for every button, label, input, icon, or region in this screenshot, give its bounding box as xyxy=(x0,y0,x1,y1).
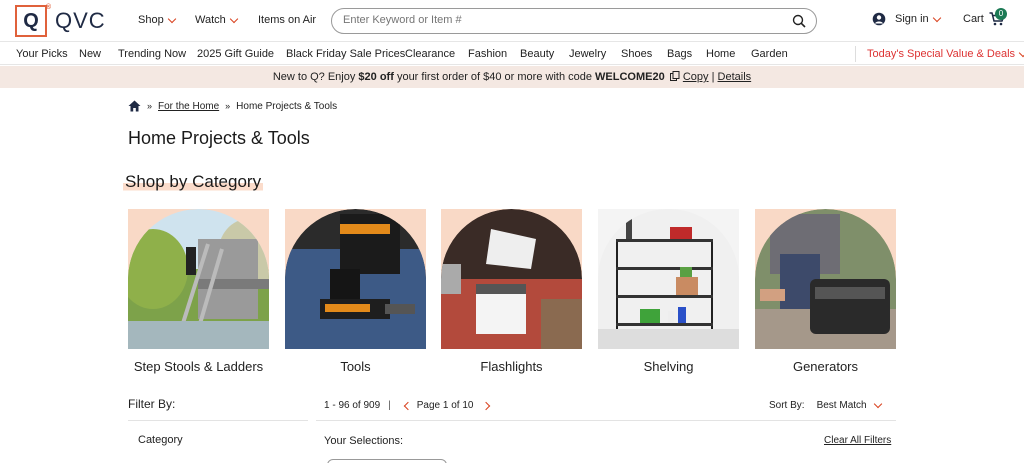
cart-label: Cart xyxy=(963,13,984,25)
promo-code: WELCOME20 xyxy=(595,71,665,83)
clear-all-filters-link[interactable]: Clear All Filters xyxy=(824,435,891,446)
next-page-icon[interactable] xyxy=(482,401,491,410)
generator-photo xyxy=(755,209,896,349)
nav-todays-special-value[interactable]: Today's Special Value & Deals xyxy=(867,48,1024,60)
chevron-down-icon[interactable] xyxy=(873,399,882,409)
nav-beauty[interactable]: Beauty xyxy=(520,48,554,60)
logo-mark: Q ® xyxy=(15,4,51,37)
category-label: Step Stools & Ladders xyxy=(133,359,264,374)
category-label: Flashlights xyxy=(480,359,543,374)
cart-count-badge: 0 xyxy=(995,8,1007,20)
nav-divider xyxy=(855,46,856,62)
selection-chip[interactable] xyxy=(327,459,447,463)
promo-amount: $20 off xyxy=(358,71,394,83)
chevron-down-icon xyxy=(932,13,941,22)
registered-icon: ® xyxy=(45,4,51,11)
results-range: 1 - 96 of 909 xyxy=(324,400,381,411)
search-bar xyxy=(331,8,817,34)
nav-garden[interactable]: Garden xyxy=(751,48,788,60)
shelf-photo xyxy=(598,209,739,349)
page-title: Home Projects & Tools xyxy=(128,128,310,148)
search-input[interactable] xyxy=(343,14,783,26)
nav-trending-now[interactable]: Trending Now xyxy=(118,48,186,60)
sort-control: Sort By: Best Match xyxy=(769,399,882,411)
details-link[interactable]: Details xyxy=(718,71,752,83)
user-icon xyxy=(872,12,886,26)
category-tile-step-stools[interactable]: Step Stools & Ladders xyxy=(128,209,269,374)
category-label: Tools xyxy=(340,359,371,374)
logo-text: QVC xyxy=(55,8,106,33)
lantern-photo xyxy=(441,209,582,349)
results-separator: | xyxy=(388,400,391,411)
nav-shop-label: Shop xyxy=(138,14,164,26)
nav-shop[interactable]: Shop xyxy=(138,14,176,26)
category-tile-shelving[interactable]: Shelving xyxy=(598,209,739,374)
ladder-photo xyxy=(128,209,269,349)
breadcrumb: » For the Home » Home Projects & Tools xyxy=(128,100,337,112)
nav-clearance[interactable]: Clearance xyxy=(405,48,455,60)
promo-text-2: your first order of $40 or more with cod… xyxy=(393,71,596,83)
previous-page-icon[interactable] xyxy=(403,401,413,410)
sort-label: Sort By: xyxy=(769,400,805,411)
filter-category[interactable]: Category xyxy=(138,434,183,446)
breadcrumb-separator: » xyxy=(225,101,231,111)
site-header: Q ® QVC Shop Watch Items on Air Sign in … xyxy=(0,0,1024,42)
nav-items-on-air-label: Items on Air xyxy=(258,14,317,26)
cart-button[interactable]: Cart 0 xyxy=(963,8,1007,26)
nav-new[interactable]: New xyxy=(79,48,101,60)
copy-icon[interactable] xyxy=(669,71,680,81)
promo-banner: New to Q? Enjoy $20 off your first order… xyxy=(0,66,1024,88)
category-tile-flashlights[interactable]: Flashlights xyxy=(441,209,582,374)
breadcrumb-for-the-home[interactable]: For the Home xyxy=(158,101,219,112)
nav-black-friday[interactable]: Black Friday Sale Prices xyxy=(286,48,405,60)
category-tile-tools[interactable]: Tools xyxy=(285,209,426,374)
chevron-down-icon xyxy=(1018,48,1024,57)
breadcrumb-current: Home Projects & Tools xyxy=(236,100,338,112)
sort-dropdown[interactable]: Best Match xyxy=(817,400,867,411)
nav-bags[interactable]: Bags xyxy=(667,48,692,60)
nav-items-on-air[interactable]: Items on Air xyxy=(258,14,316,26)
sign-in-label: Sign in xyxy=(895,13,929,25)
drill-photo xyxy=(285,209,426,349)
qvc-logo[interactable]: Q ® QVC xyxy=(15,4,106,37)
nav-watch[interactable]: Watch xyxy=(195,14,239,26)
todays-special-value-label: Today's Special Value & Deals xyxy=(867,48,1016,60)
pagination: 1 - 96 of 909 | Page 1 of 10 xyxy=(324,400,491,411)
chevron-down-icon xyxy=(167,14,176,23)
nav-home[interactable]: Home xyxy=(706,48,735,60)
section-title: Shop by Category xyxy=(123,172,264,192)
nav-watch-label: Watch xyxy=(195,14,226,26)
page-indicator: Page 1 of 10 xyxy=(416,400,474,411)
category-label: Generators xyxy=(792,359,859,374)
filter-divider xyxy=(128,420,308,421)
home-icon[interactable] xyxy=(128,100,141,112)
search-icon[interactable] xyxy=(792,14,806,28)
promo-text: New to Q? Enjoy xyxy=(272,71,359,83)
nav-gift-guide[interactable]: 2025 Gift Guide xyxy=(197,48,274,60)
nav-shoes[interactable]: Shoes xyxy=(621,48,652,60)
promo-separator: | xyxy=(708,71,718,83)
nav-your-picks[interactable]: Your Picks xyxy=(16,48,68,60)
category-tile-generators[interactable]: Generators xyxy=(755,209,896,374)
sign-in-button[interactable]: Sign in xyxy=(872,12,941,26)
breadcrumb-separator: » xyxy=(147,101,153,111)
your-selections-label: Your Selections: xyxy=(324,435,404,447)
logo-letter: Q xyxy=(23,9,39,32)
copy-link[interactable]: Copy xyxy=(683,71,709,83)
nav-jewelry[interactable]: Jewelry xyxy=(569,48,606,60)
filter-by-heading: Filter By: xyxy=(128,397,176,411)
category-label: Shelving xyxy=(643,359,694,374)
chevron-down-icon xyxy=(229,14,239,23)
category-nav: Your Picks New Trending Now 2025 Gift Gu… xyxy=(0,43,1024,65)
results-divider xyxy=(316,420,896,421)
nav-fashion[interactable]: Fashion xyxy=(468,48,507,60)
